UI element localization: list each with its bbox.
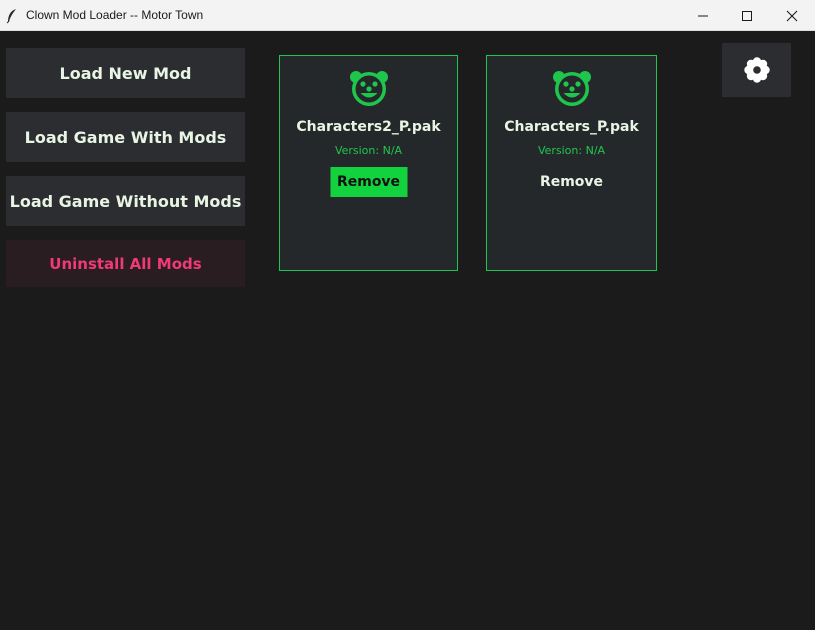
maximize-button[interactable]	[724, 0, 770, 31]
title-bar: Clown Mod Loader -- Motor Town	[0, 0, 815, 31]
feather-icon	[6, 9, 16, 24]
gear-icon	[743, 57, 770, 83]
uninstall-all-mods-button[interactable]: Uninstall All Mods	[6, 240, 245, 287]
mod-card: Characters_P.pak Version: N/A Remove	[486, 55, 657, 271]
minimize-button[interactable]	[680, 0, 726, 31]
minimize-icon	[698, 15, 708, 17]
load-new-mod-button[interactable]: Load New Mod	[6, 48, 245, 98]
window-title: Clown Mod Loader -- Motor Town	[26, 8, 204, 22]
mod-card: Characters2_P.pak Version: N/A Remove	[279, 55, 458, 271]
mod-version: Version: N/A	[334, 144, 403, 157]
load-game-without-mods-button[interactable]: Load Game Without Mods	[6, 176, 245, 226]
remove-mod-button[interactable]: Remove	[530, 167, 613, 197]
load-game-with-mods-button[interactable]: Load Game With Mods	[6, 112, 245, 162]
close-button[interactable]	[769, 0, 815, 31]
mod-version: Version: N/A	[537, 144, 606, 157]
maximize-icon	[742, 11, 752, 21]
mod-name: Characters_P.pak	[504, 119, 639, 135]
clown-face-icon	[349, 71, 388, 106]
close-icon	[786, 10, 798, 22]
settings-button[interactable]	[722, 43, 791, 97]
remove-mod-button[interactable]: Remove	[330, 167, 407, 197]
mod-name: Characters2_P.pak	[296, 119, 441, 135]
clown-face-icon	[552, 71, 591, 106]
